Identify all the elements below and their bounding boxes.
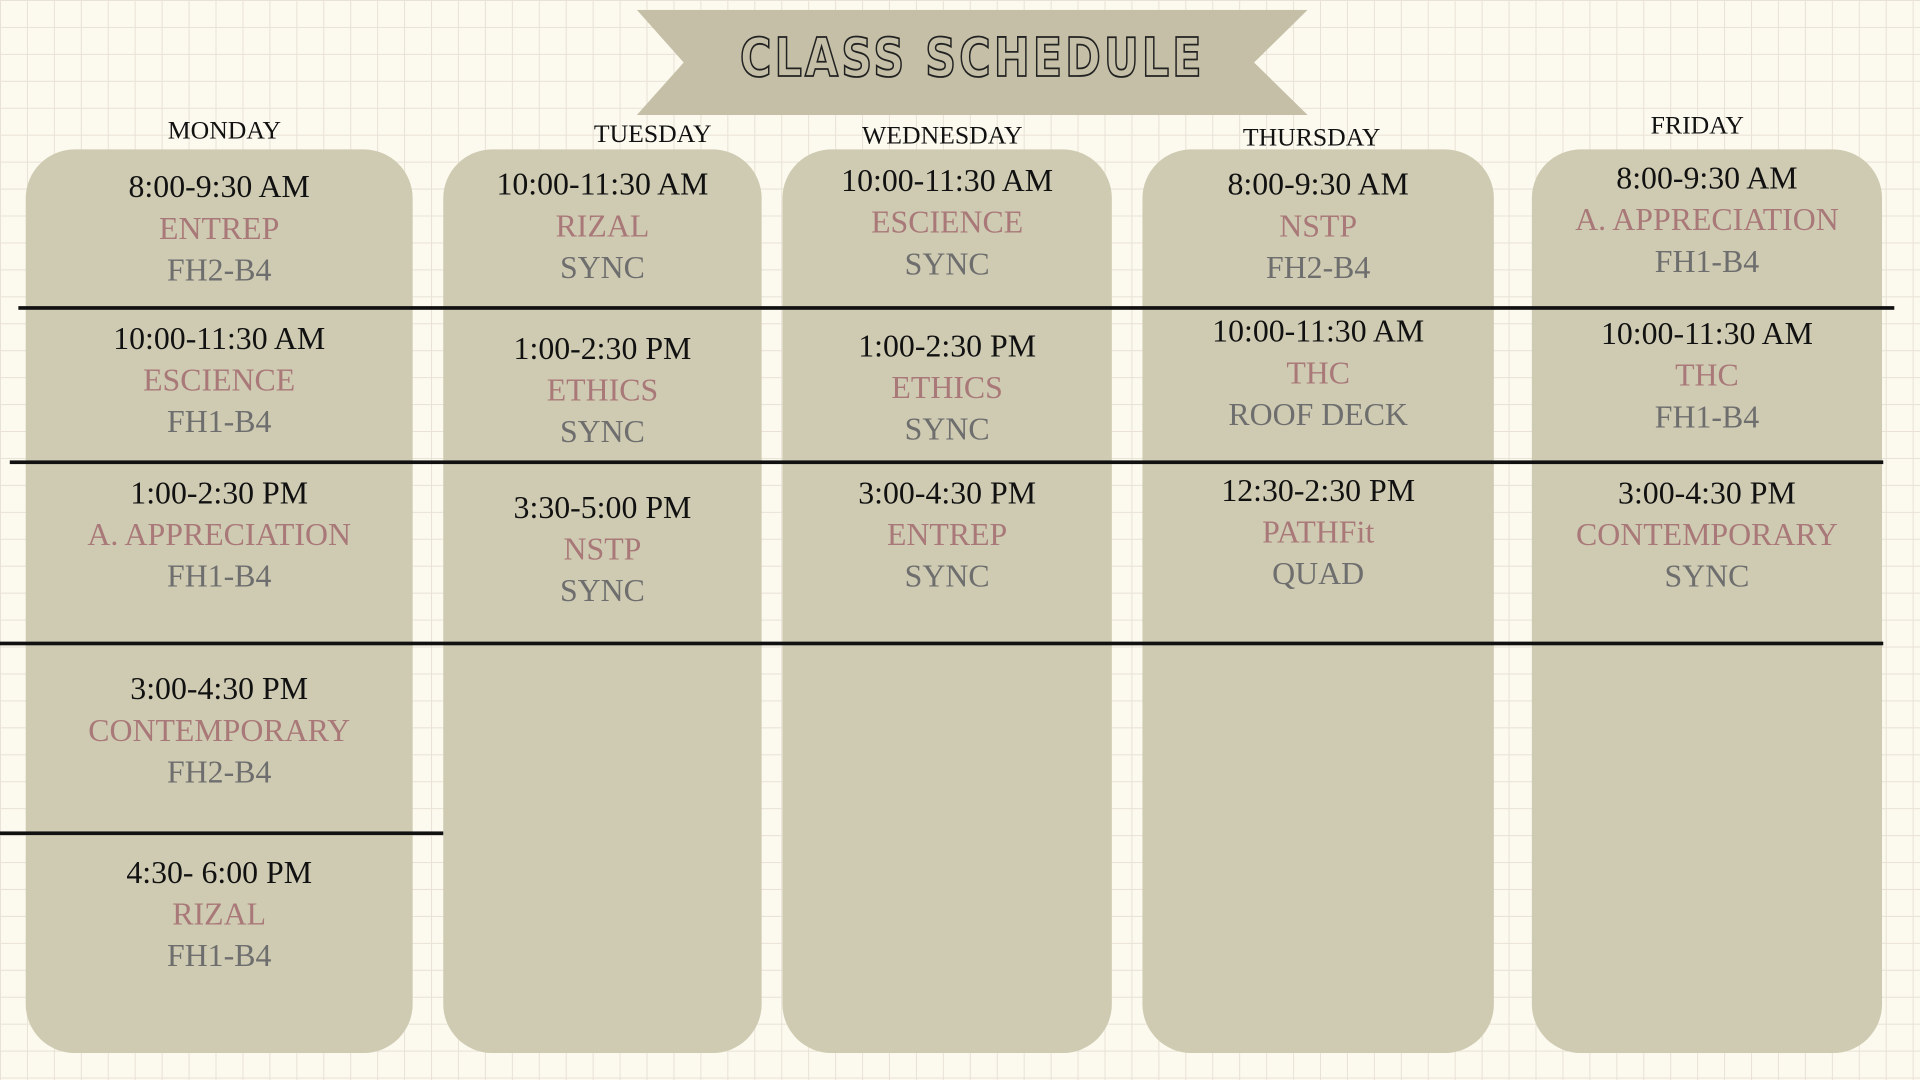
class-time: 10:00-11:30 AM — [1212, 313, 1425, 349]
class-subject: ETHICS — [546, 372, 659, 408]
class-time: 8:00-9:30 AM — [128, 168, 310, 205]
class-subject: ENTREP — [886, 516, 1008, 553]
class-slot: 3:00-4:30 PM CONTEMPORARY SYNC — [1532, 475, 1882, 595]
class-time: 1:00-2:30 PM — [858, 328, 1037, 364]
class-subject: CONTEMPORARY — [88, 712, 351, 749]
class-room: SYNC — [1664, 558, 1750, 594]
class-slot: 3:30-5:00 PM NSTP SYNC — [443, 490, 761, 610]
class-subject: A. APPRECIATION — [1575, 202, 1839, 238]
class-room: ROOF DECK — [1228, 396, 1408, 433]
class-slot: 1:00-2:30 PM A. APPRECIATION FH1-B4 — [26, 475, 413, 595]
class-subject: RIZAL — [555, 208, 650, 244]
class-slot: 1:00-2:30 PM ETHICS SYNC — [782, 328, 1111, 448]
divider — [18, 306, 1895, 310]
class-subject: ESCIENCE — [871, 204, 1024, 241]
class-slot: 10:00-11:30 AM ESCIENCE SYNC — [782, 163, 1111, 283]
divider — [0, 831, 444, 836]
class-slot: 1:00-2:30 PM ETHICS SYNC — [443, 331, 761, 451]
class-slot: 8:00-9:30 AM NSTP FH2-B4 — [1142, 167, 1493, 287]
class-time: 3:30-5:00 PM — [513, 489, 692, 526]
day-heading: WEDNESDAY — [862, 120, 1023, 150]
schedule-canvas: CLASS SCHEDULE MONDAY 8:00-9:30 AM ENTREP F… — [0, 0, 1920, 1080]
class-room: FH2-B4 — [1265, 249, 1371, 286]
class-slot: 8:00-9:30 AM ENTREP FH2-B4 — [26, 169, 413, 289]
day-heading: THURSDAY — [1242, 122, 1381, 152]
class-room: FH1-B4 — [1654, 399, 1760, 435]
class-room: FH1-B4 — [166, 558, 272, 594]
class-room: SYNC — [559, 413, 645, 450]
class-time: 1:00-2:30 PM — [130, 475, 309, 511]
class-subject: NSTP — [563, 531, 642, 567]
class-subject: THC — [1286, 355, 1351, 391]
class-subject: ESCIENCE — [143, 362, 296, 398]
class-time: 3:00-4:30 PM — [130, 671, 309, 707]
class-subject: ENTREP — [159, 210, 280, 247]
class-time: 4:30- 6:00 PM — [126, 854, 313, 891]
page-title: CLASS SCHEDULE — [739, 26, 1205, 90]
class-room: SYNC — [559, 573, 645, 609]
class-room: QUAD — [1272, 555, 1365, 592]
class-time: 8:00-9:30 AM — [1616, 160, 1798, 196]
class-slot: 10:00-11:30 AM THC ROOF DECK — [1142, 313, 1493, 433]
class-room: SYNC — [904, 558, 990, 594]
class-time: 12:30-2:30 PM — [1221, 472, 1416, 509]
class-room: SYNC — [559, 249, 645, 286]
class-slot: 10:00-11:30 AM RIZAL SYNC — [443, 167, 761, 287]
day-heading: MONDAY — [167, 115, 282, 145]
class-time: 10:00-11:30 AM — [841, 162, 1054, 199]
class-subject: A. APPRECIATION — [87, 516, 351, 553]
class-slot: 3:00-4:30 PM ENTREP SYNC — [782, 475, 1111, 595]
class-time: 8:00-9:30 AM — [1227, 166, 1409, 203]
class-time: 1:00-2:30 PM — [513, 330, 692, 367]
class-subject: THC — [1675, 357, 1739, 394]
day-column — [1531, 149, 1883, 1054]
class-slot: 12:30-2:30 PM PATHFit QUAD — [1142, 473, 1493, 593]
day-heading: TUESDAY — [593, 118, 712, 149]
class-subject: ETHICS — [891, 369, 1003, 406]
class-slot: 8:00-9:30 AM A. APPRECIATION FH1-B4 — [1532, 160, 1882, 280]
class-room: FH2-B4 — [166, 754, 272, 790]
class-slot: 10:00-11:30 AM ESCIENCE FH1-B4 — [26, 321, 413, 441]
class-subject: CONTEMPORARY — [1576, 516, 1838, 553]
class-slot: 4:30- 6:00 PM RIZAL FH1-B4 — [26, 855, 413, 975]
divider — [9, 460, 1884, 465]
class-time: 3:00-4:30 PM — [1618, 475, 1796, 511]
class-room: FH1-B4 — [1654, 243, 1760, 280]
class-time: 10:00-11:30 AM — [113, 320, 326, 357]
class-room: SYNC — [904, 246, 990, 282]
class-room: SYNC — [904, 411, 990, 447]
class-room: FH1-B4 — [166, 937, 272, 974]
class-subject: RIZAL — [172, 896, 267, 932]
divider — [0, 641, 1884, 646]
class-subject: NSTP — [1279, 208, 1358, 244]
class-time: 10:00-11:30 AM — [496, 166, 709, 203]
day-heading: FRIDAY — [1650, 110, 1744, 140]
class-time: 10:00-11:30 AM — [1600, 315, 1813, 352]
day-column — [782, 149, 1112, 1054]
class-slot: 10:00-11:30 AM THC FH1-B4 — [1532, 316, 1882, 436]
class-subject: PATHFit — [1262, 514, 1375, 550]
class-room: FH1-B4 — [166, 404, 272, 440]
class-time: 3:00-4:30 PM — [858, 475, 1037, 511]
class-room: FH2-B4 — [166, 252, 272, 288]
class-slot: 3:00-4:30 PM CONTEMPORARY FH2-B4 — [26, 671, 413, 791]
